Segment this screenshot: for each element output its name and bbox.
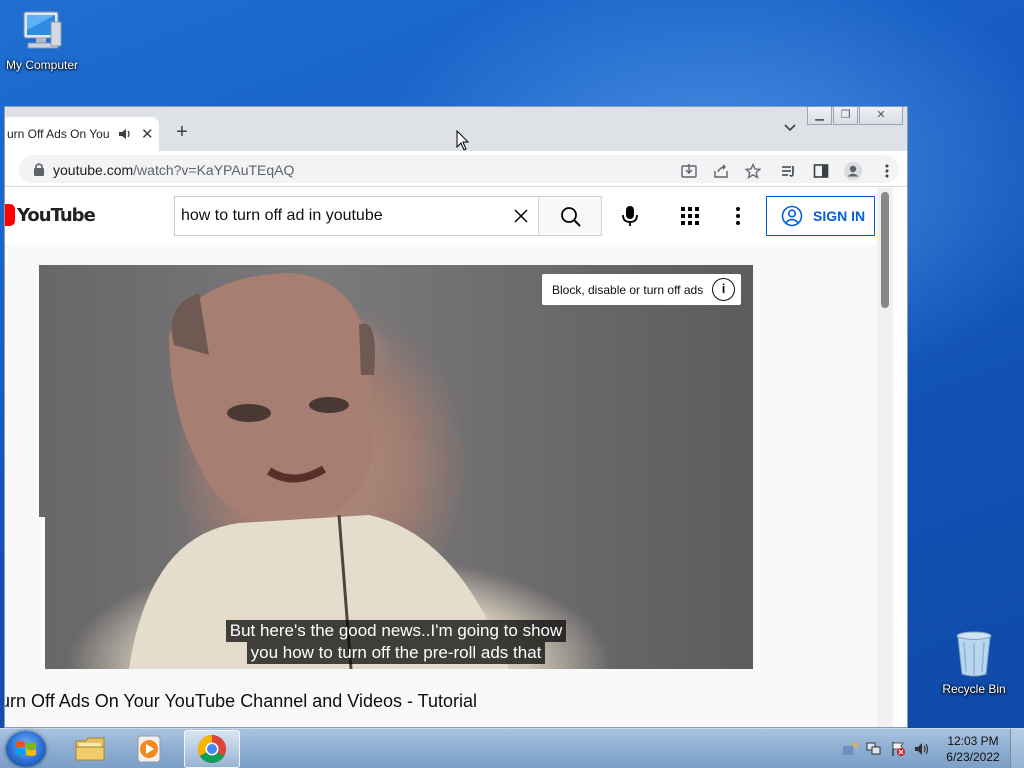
youtube-play-icon [5,204,15,226]
desktop-icon-label: My Computer [5,58,79,72]
volume-icon[interactable] [914,741,930,757]
sign-in-button[interactable]: SIGN IN [766,196,875,236]
youtube-logo-text: YouTube [17,204,96,226]
address-bar[interactable]: youtube.com/watch?v=KaYPAuTEqAQ [19,155,899,183]
taskbar: 12:03 PM 6/23/2022 [0,728,1024,768]
more-options-icon[interactable] [735,206,741,226]
windows-logo-icon [16,741,36,756]
bookmark-star-icon[interactable] [745,163,761,179]
side-panel-icon[interactable] [813,163,829,179]
search-query[interactable]: how to turn off ad in youtube [181,207,383,225]
browser-menu-icon[interactable] [879,163,895,179]
speaker-icon[interactable] [117,126,133,142]
youtube-logo[interactable]: YouTube [5,204,96,226]
browser-window: urn Off Ads On You ✕ + ▁ ❐ ✕ youtube.com… [4,106,908,728]
computer-icon [23,11,62,49]
search-button[interactable] [538,196,602,236]
system-clock[interactable]: 12:03 PM 6/23/2022 [940,733,1006,765]
minimize-button[interactable]: ▁ [807,107,832,125]
new-tab-button[interactable]: + [171,121,193,144]
url-host: youtube.com [53,162,134,178]
chevron-down-icon[interactable] [783,121,797,135]
desktop-icon-recycle-bin[interactable]: Recycle Bin [932,630,1016,696]
clock-time: 12:03 PM [947,734,999,748]
close-window-button[interactable]: ✕ [859,107,903,125]
video-frame-person [129,273,509,669]
page-scrollbar[interactable] [877,188,893,727]
taskbar-chrome[interactable] [184,730,240,768]
tab-close-icon[interactable]: ✕ [141,125,154,143]
clear-search-icon[interactable] [513,208,529,224]
tab-active[interactable]: urn Off Ads On You ✕ [5,117,159,151]
recycle-bin-icon [956,631,992,677]
apps-grid-icon[interactable] [681,207,699,225]
scrollbar-thumb[interactable] [881,192,889,308]
restore-button[interactable]: ❐ [833,107,858,125]
lock-icon[interactable] [33,162,45,176]
desktop-icon-label: Recycle Bin [942,682,1006,696]
desktop-icon-my-computer[interactable]: My Computer [0,8,84,72]
video-player[interactable]: Block, disable or turn off ads i But her… [39,265,753,669]
search-icon [561,207,581,227]
caption-text: But here's the good news..I'm going to s… [39,620,753,664]
flag-alert-icon[interactable] [890,741,906,757]
chrome-icon [198,735,226,763]
network-icon[interactable] [866,741,882,757]
account-circle-icon [781,205,803,227]
install-icon[interactable] [681,163,697,179]
url-path: /watch?v=KaYPAuTEqAQ [133,162,295,178]
reading-list-icon[interactable] [781,163,797,179]
info-icon[interactable]: i [712,278,735,301]
folder-icon [75,737,105,761]
youtube-page: YouTube how to turn off ad in youtube SI… [5,188,893,727]
info-chip-label: Block, disable or turn off ads [552,282,704,297]
mouse-cursor-icon [456,130,470,151]
action-center-icon[interactable] [842,741,858,757]
url-text[interactable]: youtube.com/watch?v=KaYPAuTEqAQ [53,162,294,178]
show-desktop-button[interactable] [1010,729,1024,768]
start-button[interactable] [6,731,46,767]
tab-title: urn Off Ads On You [7,127,110,141]
toolbar: youtube.com/watch?v=KaYPAuTEqAQ [5,151,907,187]
caption-line-1: But here's the good news..I'm going to s… [225,620,567,642]
caption-line-2: you how to turn off the pre-roll ads tha… [246,642,546,664]
youtube-header: YouTube how to turn off ad in youtube SI… [5,188,893,244]
clock-date: 6/23/2022 [946,750,1000,764]
video-title: urn Off Ads On Your YouTube Channel and … [5,691,478,711]
microphone-icon[interactable] [621,205,639,227]
media-player-icon [137,735,161,763]
sign-in-label: SIGN IN [813,208,866,224]
share-icon[interactable] [713,163,729,179]
taskbar-media-player[interactable] [122,730,178,768]
taskbar-explorer[interactable] [62,730,118,768]
profile-avatar-icon[interactable] [843,161,863,181]
search-input[interactable]: how to turn off ad in youtube [174,196,539,236]
info-card-chip[interactable]: Block, disable or turn off ads i [542,274,741,305]
